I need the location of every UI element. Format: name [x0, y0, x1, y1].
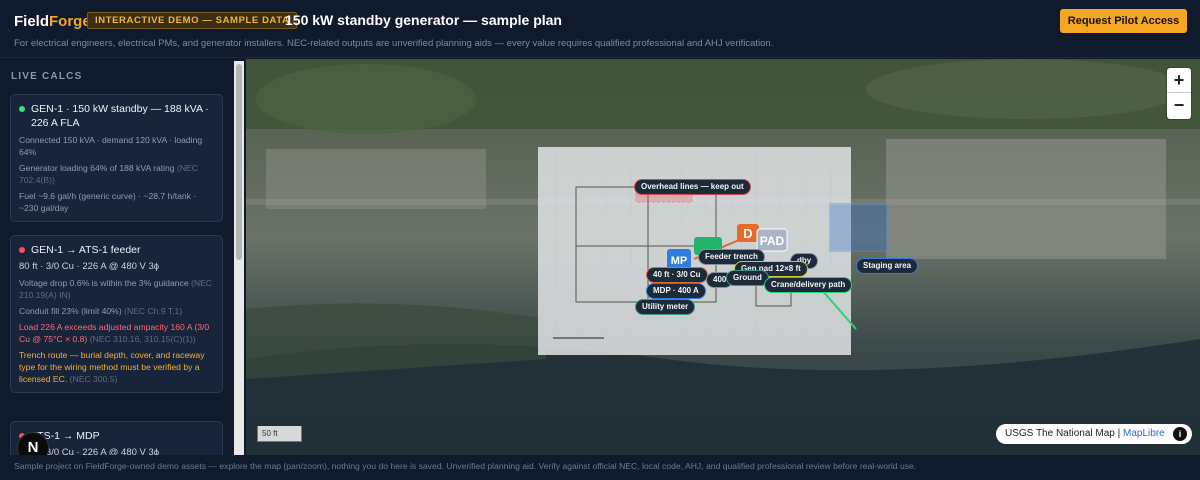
- top-header: FieldForge INTERACTIVE DEMO — SAMPLE DAT…: [0, 0, 1200, 58]
- card-line: Generator loading 64% of 188 kVA rating …: [19, 163, 198, 185]
- trench-warning: Trench route — burial depth, cover, and …: [19, 350, 205, 384]
- maplibre-link[interactable]: MapLibre: [1123, 428, 1165, 439]
- zoom-controls: + −: [1167, 68, 1191, 119]
- footer-disclaimer: Sample project on FieldForge-owned demo …: [14, 461, 917, 471]
- mdp-marker-text: MP: [671, 255, 688, 267]
- label-mdp[interactable]: MDP · 400 A: [646, 283, 706, 299]
- calc-card-generator[interactable]: GEN-1 · 150 kW standby — 188 kVA · 226 A…: [10, 94, 223, 222]
- calc-card-feeder[interactable]: GEN-1 → ATS-1 feeder 80 ft · 3/0 Cu · 22…: [10, 235, 223, 393]
- map-attribution: USGS The National Map | MapLibre i: [996, 424, 1192, 444]
- card-line: Fuel ~9.6 gal/h (generic curve) · ~28.7 …: [19, 191, 197, 213]
- zoom-in-button[interactable]: +: [1167, 68, 1191, 93]
- map-scale: 50 ft: [257, 426, 302, 442]
- label-feeder-size[interactable]: 40 ft · 3/0 Cu: [646, 267, 708, 283]
- live-calcs-sidebar: LIVE CALCS GEN-1 · 150 kW standby — 188 …: [0, 59, 233, 455]
- card-header: GEN-1 · 150 kW standby — 188 kVA · 226 A…: [19, 102, 214, 130]
- header-subtitle: For electrical engineers, electrical PMs…: [14, 38, 774, 49]
- ampacity-warning: Load 226 A exceeds adjusted ampacity 160…: [19, 322, 210, 344]
- card-title: GEN-1 · 150 kW standby — 188 kVA · 226 A…: [31, 103, 209, 129]
- card-subtitle: 80 ft · 3/0 Cu · 226 A @ 480 V 3ϕ: [19, 261, 160, 272]
- card-line: Conduit fill 23% (limit 40%) (NEC Ch.9 T…: [19, 306, 183, 316]
- tree-canopy: [256, 64, 476, 134]
- footer: Sample project on FieldForge-owned demo …: [0, 455, 1200, 480]
- card-header: GEN-1 → ATS-1 feeder: [19, 243, 214, 257]
- site-map[interactable]: D MP PAD Overhead lines — keep out Feede…: [246, 59, 1200, 455]
- card-line: Voltage drop 0.6% is within the 3% guida…: [19, 278, 213, 300]
- label-ground[interactable]: Ground: [726, 270, 769, 286]
- card-line: Connected 150 kVA · demand 120 kVA · loa…: [19, 135, 203, 157]
- sidebar-title: LIVE CALCS: [11, 71, 83, 82]
- request-pilot-access-button[interactable]: Request Pilot Access: [1060, 9, 1187, 33]
- plan-title: 150 kW standby generator — sample plan: [285, 12, 562, 28]
- status-error-icon: [19, 247, 25, 253]
- card-header: ATS-1 → MDP: [19, 429, 214, 443]
- label-crane-path[interactable]: Crane/delivery path: [764, 277, 853, 293]
- generator-marker-text: D: [743, 226, 752, 241]
- status-ok-icon: [19, 106, 25, 112]
- label-overhead-lines[interactable]: Overhead lines — keep out: [634, 179, 751, 195]
- demo-badge: INTERACTIVE DEMO — SAMPLE DATA: [87, 12, 298, 29]
- sidebar-scroll-thumb[interactable]: [236, 64, 242, 260]
- info-icon[interactable]: i: [1173, 427, 1187, 441]
- tree-canopy: [866, 59, 1186, 119]
- zoom-out-button[interactable]: −: [1167, 93, 1191, 118]
- label-staging-area[interactable]: Staging area: [856, 258, 919, 274]
- card-title: GEN-1 → ATS-1 feeder: [31, 244, 141, 256]
- label-utility-meter[interactable]: Utility meter: [635, 299, 696, 315]
- brand-logo[interactable]: FieldForge: [14, 13, 91, 30]
- gen-pad-marker-text: PAD: [760, 234, 785, 248]
- staging-area-zone[interactable]: [829, 203, 889, 252]
